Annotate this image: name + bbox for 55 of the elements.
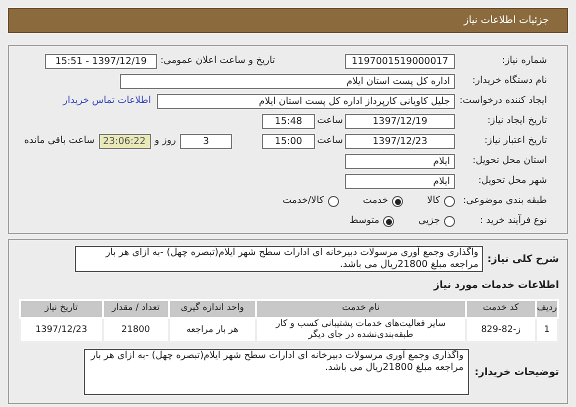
summary-field: واگذاری وجمع آوری مرسولات دبیرخانه ای ادارات سطح شهر ایلام(تبصره چهل) -به ازای هر بار مراجعه مبلغ 21800ریال می باشد. [75,246,484,272]
table-cell: 21800 [102,318,169,342]
column-header: نام خدمت [256,300,466,318]
header-title: جزئیات اطلاعات نیاز [464,14,549,28]
field-label: نوع فرآیند خرید : [478,214,547,228]
value-field: 1397/12/19 [345,114,455,129]
field-label: تاریخ ایجاد نیاز: [486,114,547,128]
value-field: 15:48 [262,114,315,129]
radio-button[interactable] [392,196,404,207]
radio-button[interactable] [328,196,339,207]
value-field: 15:00 [262,134,315,149]
value-field: 1397/12/23 [345,134,455,149]
column-header: کد خدمت [466,300,536,318]
value-field: 23:06:22 [98,134,151,149]
table-cell: هر بار مراجعه [168,318,256,342]
value-field: جلیل کاویانی کارپرداز اداره کل پست استان ایلام [157,94,455,109]
value-field: 1397/12/19 - 15:51 [45,54,157,69]
notes-field: واگذاری وجمع آوری مرسولات دبیرخانه ای ادارات سطح شهر ایلام(تبصره چهل) -به ازای هر بار مراجعه مبلغ 21800ریال می باشد. [84,349,469,395]
field-label: تاریخ اعتبار نیاز: [483,134,547,148]
value-field: اداره کل پست استان ایلام [120,74,455,89]
column-header: تاریخ نیاز [20,300,103,318]
radio-label: متوسط [349,214,380,228]
time-label: ساعت [316,134,344,148]
table-cell: 1 [536,318,558,342]
table-cell: سایر فعالیت‌های خدمات پشتیبانی کسب و کار طبقه‌بندی‌نشده در جای دیگر [256,318,466,342]
field-label: تاریخ و ساعت اعلان عمومی: [159,54,275,68]
field-label: شرح کلی نیاز: [487,252,559,266]
radio-label: کالا [427,194,440,208]
table-cell: ز-82-829 [466,318,536,342]
value-field: 3 [180,134,232,149]
field-label: توضیحات خریدار: [474,366,559,380]
field-label: ایجاد کننده درخواست: [458,94,547,108]
section-title: اطلاعات خدمات مورد نیاز [432,279,559,293]
field-label: استان محل تحویل: [471,154,547,168]
value-field: 1197001519000017 [345,54,455,69]
column-header: واحد اندازه گیری [168,300,256,318]
field-label: طبقه بندی موضوعی: [462,194,547,208]
radio-label: خدمت [362,194,388,208]
days-label: روز و [153,134,177,148]
radio-label: کالا/خدمت [282,194,324,208]
radio-button[interactable] [444,216,455,227]
radio-label: جزیی [418,214,440,228]
field-label: شهر محل تحویل: [477,174,547,188]
table-cell: 1397/12/23 [20,318,103,342]
remaining-label: ساعت باقی مانده [24,134,96,148]
field-label: شماره نیاز: [500,54,547,68]
time-label: ساعت [316,114,344,128]
field-label: نام دستگاه خریدار: [471,74,547,88]
column-header: تعداد / مقدار [102,300,169,318]
buyer-contact-link[interactable]: اطلاعات تماس خریدار [62,94,151,109]
value-field: ایلام [345,174,455,189]
value-field: ایلام [345,154,455,169]
radio-button[interactable] [444,196,455,207]
column-header: ردیف [536,300,558,318]
radio-button[interactable] [383,216,394,227]
